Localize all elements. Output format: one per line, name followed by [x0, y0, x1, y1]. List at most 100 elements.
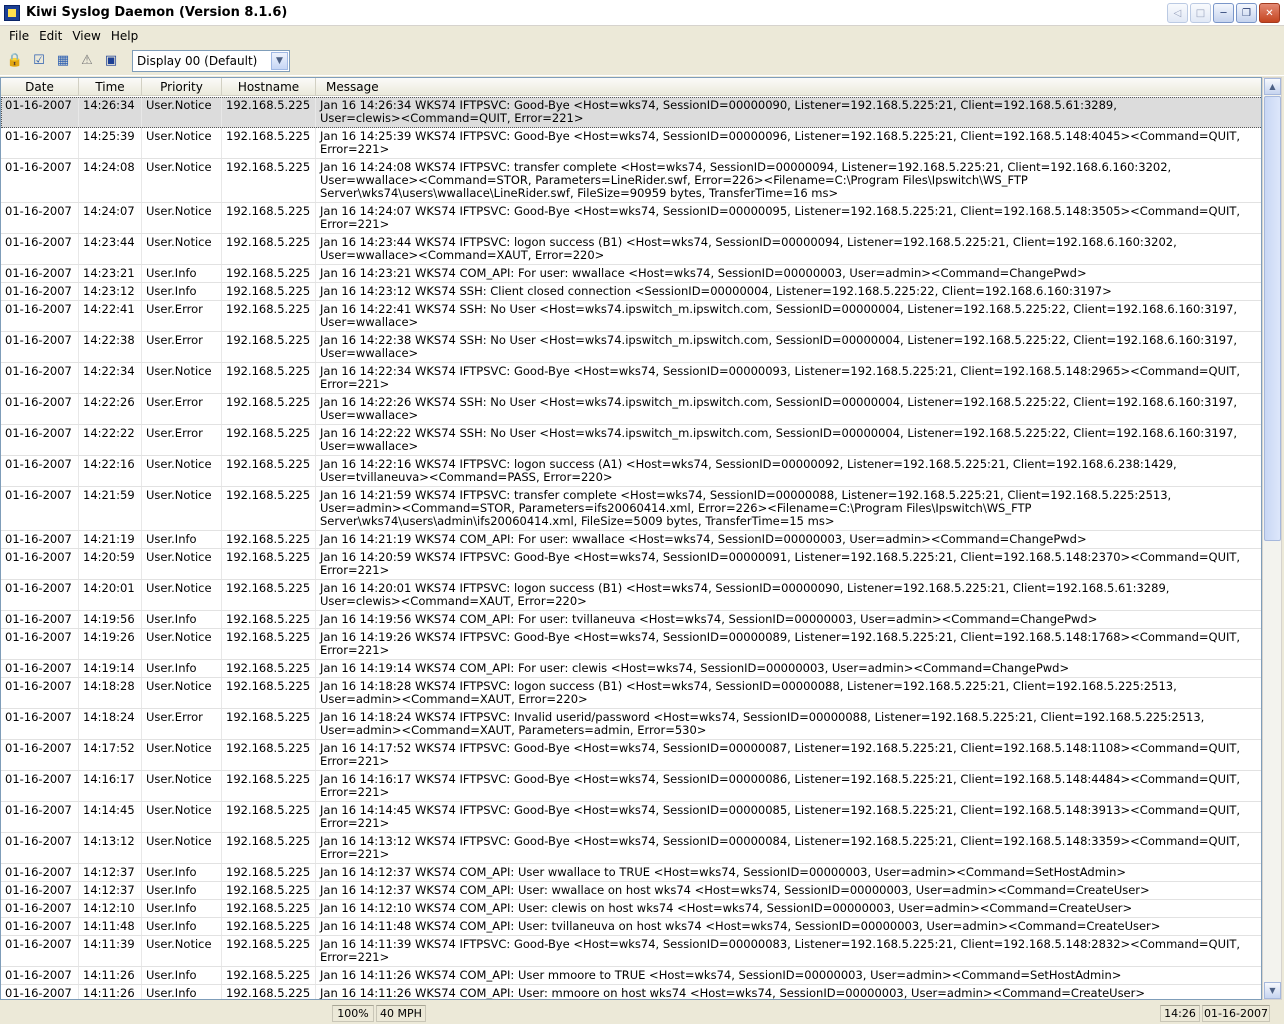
- table-row[interactable]: 01-16-2007 14:19:56 User.Info 192.168.5.225…: [1, 611, 1261, 629]
- cell-time: 14:22:22: [79, 425, 142, 455]
- table-row[interactable]: 01-16-2007 14:22:41 User.Error 192.168.5.22…: [1, 301, 1261, 332]
- cell-hostname: 192.168.5.225: [222, 332, 316, 362]
- table-row[interactable]: 01-16-2007 14:20:59 User.Notice 192.168.5.2…: [1, 549, 1261, 580]
- column-header-message[interactable]: Message: [316, 78, 1261, 96]
- table-row[interactable]: 01-16-2007 14:20:01 User.Notice 192.168.5.2…: [1, 580, 1261, 611]
- cell-message: Jan 16 14:22:34 WKS74 IFTPSVC: Good-Bye …: [320, 364, 1241, 391]
- table-row[interactable]: 01-16-2007 14:22:22 User.Error 192.168.5.22…: [1, 425, 1261, 456]
- scroll-thumb[interactable]: [1264, 96, 1281, 541]
- column-header-hostname[interactable]: Hostname: [222, 78, 316, 96]
- grid-header: Date Time Priority Hostname Message: [1, 78, 1261, 96]
- status-zoom: 100%: [332, 1005, 374, 1022]
- lock-icon[interactable]: 🔒: [4, 50, 26, 72]
- cell-message: Jan 16 14:19:14 WKS74 COM_API: For user:…: [320, 661, 1070, 675]
- status-time: 14:26: [1160, 1005, 1200, 1022]
- table-row[interactable]: 01-16-2007 14:26:34 User.Notice 192.168.5.2…: [1, 97, 1261, 128]
- cell-date: 01-16-2007: [1, 159, 79, 202]
- scroll-down-icon[interactable]: ▼: [1264, 982, 1281, 999]
- cell-date: 01-16-2007: [1, 549, 79, 579]
- table-row[interactable]: 01-16-2007 14:12:10 User.Info 192.168.5.225…: [1, 900, 1261, 918]
- status-bar: 100% 40 MPH 14:26 01-16-2007: [0, 1003, 1284, 1024]
- column-header-time[interactable]: Time: [79, 78, 142, 96]
- table-row[interactable]: 01-16-2007 14:23:44 User.Notice 192.168.5.2…: [1, 234, 1261, 265]
- menu-help[interactable]: Help: [106, 29, 143, 43]
- cell-date: 01-16-2007: [1, 918, 79, 935]
- table-row[interactable]: 01-16-2007 14:24:07 User.Notice 192.168.5.2…: [1, 203, 1261, 234]
- cell-priority: User.Error: [142, 709, 222, 739]
- table-row[interactable]: 01-16-2007 14:23:21 User.Info 192.168.5.225…: [1, 265, 1261, 283]
- table-row[interactable]: 01-16-2007 14:11:48 User.Info 192.168.5.225…: [1, 918, 1261, 936]
- cell-message: Jan 16 14:24:07 WKS74 IFTPSVC: Good-Bye …: [320, 204, 1241, 231]
- back-icon[interactable]: ◁: [1167, 3, 1188, 23]
- table-row[interactable]: 01-16-2007 14:11:26 User.Info 192.168.5.225…: [1, 985, 1261, 999]
- cell-priority: User.Info: [142, 611, 222, 628]
- table-row[interactable]: 01-16-2007 14:23:12 User.Info 192.168.5.225…: [1, 283, 1261, 301]
- cell-time: 14:22:41: [79, 301, 142, 331]
- close-button[interactable]: ✕: [1259, 3, 1280, 23]
- scroll-up-icon[interactable]: ▲: [1264, 78, 1281, 95]
- table-row[interactable]: 01-16-2007 14:25:39 User.Notice 192.168.5.2…: [1, 128, 1261, 159]
- cell-date: 01-16-2007: [1, 833, 79, 863]
- cell-time: 14:25:39: [79, 128, 142, 158]
- chevron-down-icon[interactable]: ▼: [271, 51, 288, 70]
- table-row[interactable]: 01-16-2007 14:12:37 User.Info 192.168.5.225…: [1, 864, 1261, 882]
- table-row[interactable]: 01-16-2007 14:22:38 User.Error 192.168.5.22…: [1, 332, 1261, 363]
- warning-icon[interactable]: ⚠: [76, 50, 98, 72]
- window-icon[interactable]: □: [1190, 3, 1211, 23]
- cell-date: 01-16-2007: [1, 864, 79, 881]
- cell-time: 14:12:37: [79, 882, 142, 899]
- menu-file[interactable]: File: [4, 29, 34, 43]
- cell-priority: User.Info: [142, 864, 222, 881]
- table-row[interactable]: 01-16-2007 14:19:14 User.Info 192.168.5.225…: [1, 660, 1261, 678]
- cell-priority: User.Notice: [142, 159, 222, 202]
- display-select[interactable]: Display 00 (Default) ▼: [132, 49, 290, 72]
- cell-hostname: 192.168.5.225: [222, 660, 316, 677]
- table-row[interactable]: 01-16-2007 14:18:28 User.Notice 192.168.5.2…: [1, 678, 1261, 709]
- table-row[interactable]: 01-16-2007 14:13:12 User.Notice 192.168.5.2…: [1, 833, 1261, 864]
- table-row[interactable]: 01-16-2007 14:18:24 User.Error 192.168.5.22…: [1, 709, 1261, 740]
- status-date: 01-16-2007: [1202, 1005, 1270, 1022]
- minimize-button[interactable]: ─: [1213, 3, 1234, 23]
- cell-date: 01-16-2007: [1, 425, 79, 455]
- vertical-scrollbar[interactable]: ▲ ▼: [1262, 77, 1282, 1000]
- checklist-icon[interactable]: ☑: [28, 50, 50, 72]
- table-row[interactable]: 01-16-2007 14:22:16 User.Notice 192.168.5.2…: [1, 456, 1261, 487]
- table-row[interactable]: 01-16-2007 14:19:26 User.Notice 192.168.5.2…: [1, 629, 1261, 660]
- cell-message: Jan 16 14:11:39 WKS74 IFTPSVC: Good-Bye …: [320, 937, 1241, 964]
- restore-button[interactable]: ❐: [1236, 3, 1257, 23]
- cell-priority: User.Notice: [142, 678, 222, 708]
- table-row[interactable]: 01-16-2007 14:21:19 User.Info 192.168.5.225…: [1, 531, 1261, 549]
- cell-message: Jan 16 14:17:52 WKS74 IFTPSVC: Good-Bye …: [320, 741, 1241, 768]
- chart-icon[interactable]: ▦: [52, 50, 74, 72]
- table-row[interactable]: 01-16-2007 14:12:37 User.Info 192.168.5.225…: [1, 882, 1261, 900]
- cell-hostname: 192.168.5.225: [222, 531, 316, 548]
- column-header-priority[interactable]: Priority: [142, 78, 222, 96]
- table-row[interactable]: 01-16-2007 14:17:52 User.Notice 192.168.5.2…: [1, 740, 1261, 771]
- cell-hostname: 192.168.5.225: [222, 301, 316, 331]
- cell-priority: User.Info: [142, 967, 222, 984]
- cell-date: 01-16-2007: [1, 771, 79, 801]
- table-row[interactable]: 01-16-2007 14:11:39 User.Notice 192.168.5.2…: [1, 936, 1261, 967]
- cell-hostname: 192.168.5.225: [222, 283, 316, 300]
- table-row[interactable]: 01-16-2007 14:21:59 User.Notice 192.168.5.2…: [1, 487, 1261, 531]
- cell-time: 14:23:12: [79, 283, 142, 300]
- cell-message: Jan 16 14:25:39 WKS74 IFTPSVC: Good-Bye …: [320, 129, 1241, 156]
- cell-time: 14:17:52: [79, 740, 142, 770]
- cell-time: 14:23:21: [79, 265, 142, 282]
- cell-message: Jan 16 14:18:28 WKS74 IFTPSVC: logon suc…: [320, 679, 1177, 706]
- column-header-date[interactable]: Date: [1, 78, 79, 96]
- table-row[interactable]: 01-16-2007 14:14:45 User.Notice 192.168.5.2…: [1, 802, 1261, 833]
- cell-hostname: 192.168.5.225: [222, 456, 316, 486]
- window-title: Kiwi Syslog Daemon (Version 8.1.6): [26, 5, 288, 20]
- table-row[interactable]: 01-16-2007 14:22:34 User.Notice 192.168.5.2…: [1, 363, 1261, 394]
- table-row[interactable]: 01-16-2007 14:11:26 User.Info 192.168.5.225…: [1, 967, 1261, 985]
- table-row[interactable]: 01-16-2007 14:16:17 User.Notice 192.168.5.2…: [1, 771, 1261, 802]
- cell-time: 14:22:16: [79, 456, 142, 486]
- cell-hostname: 192.168.5.225: [222, 159, 316, 202]
- cell-message: Jan 16 14:12:10 WKS74 COM_API: User: cle…: [320, 901, 1133, 915]
- table-row[interactable]: 01-16-2007 14:22:26 User.Error 192.168.5.22…: [1, 394, 1261, 425]
- monitor-icon[interactable]: ▣: [100, 50, 122, 72]
- table-row[interactable]: 01-16-2007 14:24:08 User.Notice 192.168.5.2…: [1, 159, 1261, 203]
- menu-view[interactable]: View: [67, 29, 105, 43]
- menu-edit[interactable]: Edit: [34, 29, 67, 43]
